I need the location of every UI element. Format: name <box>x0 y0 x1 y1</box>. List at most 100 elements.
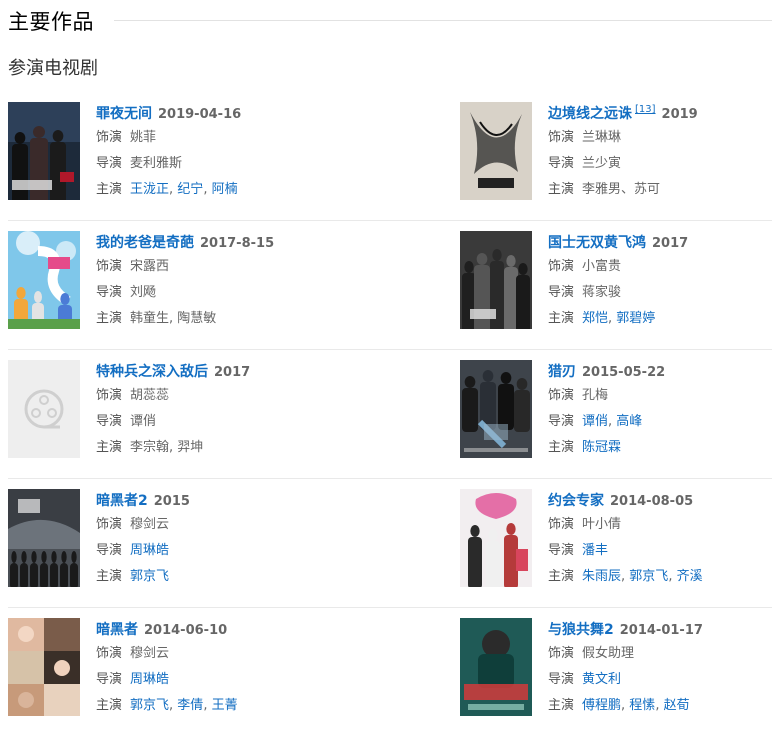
cast-label: 主演 <box>96 440 123 455</box>
separator: , <box>203 698 212 713</box>
cast-label: 主演 <box>96 698 123 713</box>
cast-person[interactable]: 纪宁 <box>177 182 203 197</box>
cast-person[interactable]: 王菁 <box>212 698 238 713</box>
work-info: 与狼共舞2 2014-01-17 饰演 假女助理 导演 黄文利 主演 傅程鹏, 程愫, 赵荀 <box>548 618 772 718</box>
poster-image[interactable] <box>460 618 532 716</box>
work-title-link[interactable]: 猎刃 <box>548 364 576 380</box>
work-info: 边境线之远诛 [13] 2019 饰演 兰琳琳 导演 兰少寅 主演 李雅男、苏可 <box>548 102 772 202</box>
work-title-link[interactable]: 约会专家 <box>548 493 604 509</box>
work-title-link[interactable]: 特种兵之深入敌后 <box>96 364 208 380</box>
work-title-link[interactable]: 暗黑者2 <box>96 493 148 509</box>
cast-person[interactable]: 陈冠霖 <box>582 440 621 455</box>
cast-person[interactable]: 李倩 <box>177 698 203 713</box>
director-label: 导演 <box>96 543 123 558</box>
director-person[interactable]: 周琳皓 <box>130 543 169 558</box>
work-title-line: 特种兵之深入敌后 2017 <box>96 360 448 382</box>
work-year: 2014-06-10 <box>144 623 228 638</box>
cast-person[interactable]: 郭京飞 <box>130 698 169 713</box>
detail-director: 导演 刘飏 <box>96 281 448 305</box>
cast-person[interactable]: 赵荀 <box>664 698 690 713</box>
role-name: 胡蕊蕊 <box>130 388 170 403</box>
cast-person[interactable]: 阿楠 <box>212 182 238 197</box>
cast-person: 韩童生 <box>130 311 170 326</box>
role-name: 姚菲 <box>130 130 157 145</box>
director-person[interactable]: 高峰 <box>616 414 642 429</box>
work-title-link[interactable]: 暗黑者 <box>96 622 138 638</box>
role-label: 饰演 <box>548 646 575 661</box>
director-label: 导演 <box>96 285 123 300</box>
work-info: 罪夜无间 2019-04-16 饰演 姚菲 导演 麦利雅斯 主演 王泷正, 纪宁, 阿楠 <box>96 102 448 202</box>
work-title-line: 猎刃 2015-05-22 <box>548 360 772 382</box>
detail-cast: 主演 朱雨辰, 郭京飞, 齐溪 <box>548 565 772 589</box>
poster-image[interactable] <box>460 489 532 587</box>
director-person: 谭俏 <box>130 414 157 429</box>
work-year: 2017 <box>214 365 251 380</box>
detail-role: 饰演 假女助理 <box>548 642 772 666</box>
work-title-link[interactable]: 与狼共舞2 <box>548 622 614 638</box>
role-name: 小富贵 <box>582 259 622 274</box>
poster-image[interactable] <box>460 102 532 200</box>
work-year: 2019 <box>661 107 698 122</box>
work-title-line: 与狼共舞2 2014-01-17 <box>548 618 772 640</box>
work-title-line: 暗黑者2 2015 <box>96 489 448 511</box>
cast-person[interactable]: 郭碧婷 <box>616 311 655 326</box>
citation-link[interactable]: [13] <box>635 104 656 115</box>
cast-person[interactable]: 傅程鹏 <box>582 698 621 713</box>
cast-person[interactable]: 郭京飞 <box>629 569 668 584</box>
director-person[interactable]: 周琳皓 <box>130 672 169 687</box>
detail-director: 导演 兰少寅 <box>548 152 772 176</box>
work-title-link[interactable]: 国士无双黄飞鸿 <box>548 235 646 251</box>
poster-image[interactable] <box>8 231 80 329</box>
director-label: 导演 <box>548 156 575 171</box>
director-person[interactable]: 黄文利 <box>582 672 621 687</box>
cast-label: 主演 <box>96 311 123 326</box>
work-info: 特种兵之深入敌后 2017 饰演 胡蕊蕊 导演 谭俏 主演 李宗翰, 羿坤 <box>96 360 448 460</box>
work-title-link[interactable]: 边境线之远诛 <box>548 106 632 122</box>
role-label: 饰演 <box>96 646 123 661</box>
work-title-link[interactable]: 我的老爸是奇葩 <box>96 235 194 251</box>
poster-image[interactable] <box>8 489 80 587</box>
detail-cast: 主演 郑恺, 郭碧婷 <box>548 307 772 331</box>
work-info: 国士无双黄飞鸿 2017 饰演 小富贵 导演 蒋家骏 主演 郑恺, 郭碧婷 <box>548 231 772 331</box>
work-card: 国士无双黄飞鸿 2017 饰演 小富贵 导演 蒋家骏 主演 郑恺, 郭碧婷 <box>460 231 772 331</box>
work-card: 特种兵之深入敌后 2017 饰演 胡蕊蕊 导演 谭俏 主演 李宗翰, 羿坤 <box>8 360 448 460</box>
director-person[interactable]: 谭俏 <box>582 414 608 429</box>
work-title-line: 约会专家 2014-08-05 <box>548 489 772 511</box>
work-row: 我的老爸是奇葩 2017-8-15 饰演 宋露西 导演 刘飏 主演 韩童生, 陶慧敏 国士无双黄… <box>0 221 772 350</box>
poster-image[interactable] <box>8 102 80 200</box>
section-divider <box>114 20 772 21</box>
work-title-link[interactable]: 罪夜无间 <box>96 106 152 122</box>
detail-cast: 主演 傅程鹏, 程愫, 赵荀 <box>548 694 772 718</box>
director-label: 导演 <box>96 672 123 687</box>
cast-person: 李宗翰 <box>130 440 170 455</box>
separator: , <box>655 698 664 713</box>
poster-image[interactable] <box>460 360 532 458</box>
director-person[interactable]: 潘丰 <box>582 543 608 558</box>
work-card: 边境线之远诛 [13] 2019 饰演 兰琳琳 导演 兰少寅 主演 李雅男、苏可 <box>460 102 772 202</box>
detail-role: 饰演 姚菲 <box>96 126 448 150</box>
director-person: 麦利雅斯 <box>130 156 183 171</box>
cast-label: 主演 <box>96 182 123 197</box>
work-card: 与狼共舞2 2014-01-17 饰演 假女助理 导演 黄文利 主演 傅程鹏, 程愫, 赵荀 <box>460 618 772 718</box>
detail-cast: 主演 王泷正, 纪宁, 阿楠 <box>96 178 448 202</box>
cast-person[interactable]: 王泷正 <box>130 182 169 197</box>
cast-person[interactable]: 齐溪 <box>677 569 703 584</box>
role-label: 饰演 <box>548 130 575 145</box>
poster-image[interactable] <box>460 231 532 329</box>
cast-person[interactable]: 程愫 <box>629 698 655 713</box>
cast-person[interactable]: 郭京飞 <box>130 569 169 584</box>
role-name: 穆剑云 <box>130 646 170 661</box>
film-reel-placeholder-icon[interactable] <box>8 360 80 458</box>
poster-image[interactable] <box>8 618 80 716</box>
cast-person[interactable]: 郑恺 <box>582 311 608 326</box>
work-year: 2014-01-17 <box>619 623 703 638</box>
work-info: 我的老爸是奇葩 2017-8-15 饰演 宋露西 导演 刘飏 主演 韩童生, 陶慧敏 <box>96 231 448 331</box>
director-label: 导演 <box>96 156 123 171</box>
detail-role: 饰演 孔梅 <box>548 384 772 408</box>
work-card: 罪夜无间 2019-04-16 饰演 姚菲 导演 麦利雅斯 主演 王泷正, 纪宁, 阿楠 <box>8 102 448 202</box>
cast-person[interactable]: 朱雨辰 <box>582 569 621 584</box>
work-year: 2015 <box>153 494 190 509</box>
work-info: 暗黑者 2014-06-10 饰演 穆剑云 导演 周琳皓 主演 郭京飞, 李倩, 王菁 <box>96 618 448 718</box>
work-row: 罪夜无间 2019-04-16 饰演 姚菲 导演 麦利雅斯 主演 王泷正, 纪宁, 阿楠 边境线… <box>0 92 772 221</box>
section-header: 主要作品 <box>8 4 772 36</box>
